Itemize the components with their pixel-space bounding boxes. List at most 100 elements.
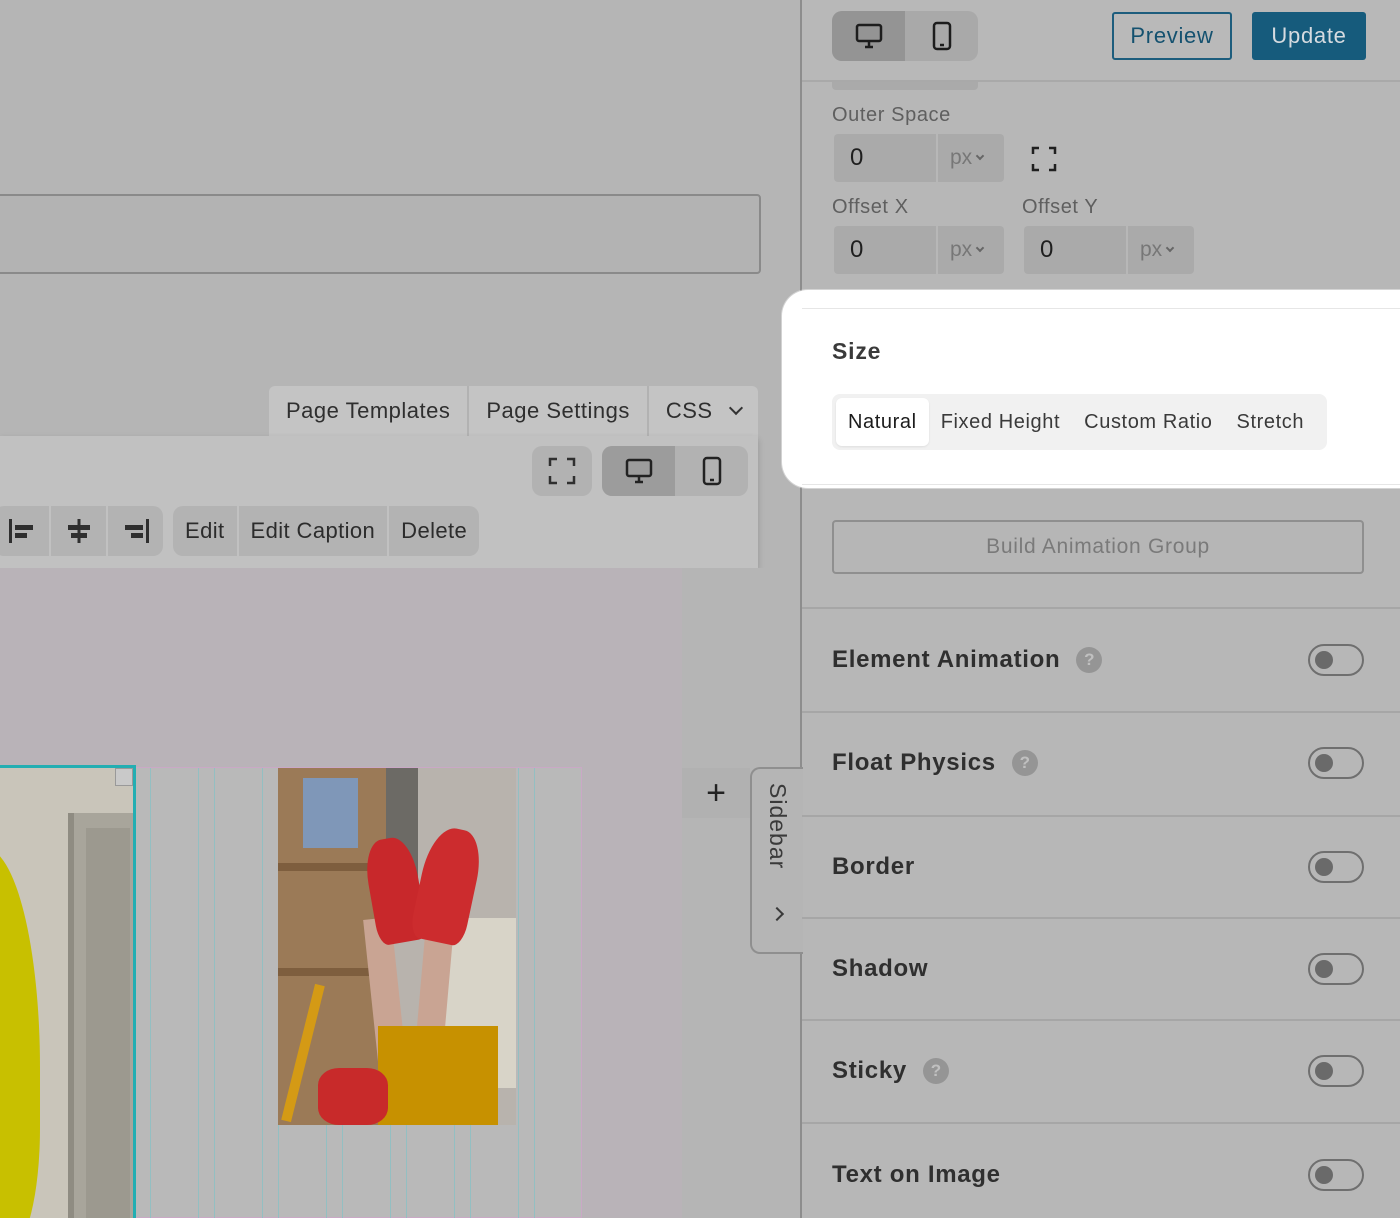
toggle-label: Float Physics: [832, 749, 996, 776]
align-center-icon: [67, 519, 90, 543]
help-icon[interactable]: ?: [922, 1058, 949, 1084]
toggle-knob: [1315, 754, 1333, 772]
offset-x-field: 0 px: [834, 226, 1004, 274]
offset-y-unit-select[interactable]: px: [1126, 226, 1194, 274]
align-left-button[interactable]: [0, 506, 51, 556]
toggle-row-element-animation: Element Animation ?: [832, 630, 1364, 690]
offset-y-field: 0 px: [1024, 226, 1194, 274]
outer-space-input[interactable]: 0: [834, 134, 936, 182]
outer-space-field: 0 px: [834, 134, 1004, 182]
offset-x-input[interactable]: 0: [834, 226, 936, 274]
toggle-knob: [1315, 651, 1333, 669]
toggle-label: Text on Image: [832, 1161, 1001, 1188]
toggle-row-shadow: Shadow: [832, 939, 1364, 999]
tab-label: Page Settings: [486, 398, 630, 423]
element-animation-toggle[interactable]: [1308, 644, 1364, 676]
desktop-view-button[interactable]: [832, 11, 905, 61]
offset-x-label: Offset X: [832, 196, 909, 218]
divider: [802, 484, 1400, 485]
tab-page-settings[interactable]: Page Settings: [469, 386, 649, 436]
edit-button[interactable]: Edit: [173, 506, 239, 556]
help-icon[interactable]: ?: [1076, 647, 1103, 673]
alignment-group: [0, 506, 163, 556]
size-option-stretch[interactable]: Stretch: [1225, 398, 1317, 446]
edit-caption-button[interactable]: Edit Caption: [239, 506, 390, 556]
divider: [802, 1019, 1400, 1021]
toggle-knob: [1315, 858, 1333, 876]
mobile-view-button[interactable]: [905, 11, 978, 61]
desktop-icon: [625, 458, 652, 484]
toggle-knob: [1315, 1166, 1333, 1184]
outer-space-label: Outer Space: [832, 104, 951, 126]
divider: [802, 917, 1400, 919]
offset-x-unit-select[interactable]: px: [936, 226, 1004, 274]
toggle-label: Element Animation: [832, 646, 1061, 673]
align-center-button[interactable]: [51, 506, 108, 556]
size-option-custom-ratio[interactable]: Custom Ratio: [1072, 398, 1224, 446]
fullscreen-button[interactable]: [532, 446, 592, 496]
offset-y-label: Offset Y: [1022, 196, 1099, 218]
title-input[interactable]: [0, 194, 761, 274]
grid-line: [214, 768, 215, 1218]
border-toggle[interactable]: [1308, 851, 1364, 883]
divider: [802, 308, 1400, 309]
float-physics-toggle[interactable]: [1308, 747, 1364, 779]
grid-line: [150, 768, 151, 1218]
shadow-toggle[interactable]: [1308, 953, 1364, 985]
delete-button[interactable]: Delete: [389, 506, 479, 556]
size-section: Size Natural Fixed Height Custom Ratio S…: [782, 290, 1400, 488]
text-on-image-toggle[interactable]: [1308, 1159, 1364, 1191]
fullscreen-icon: [548, 457, 576, 485]
chevron-down-icon: [1165, 243, 1175, 253]
toggle-row-sticky: Sticky ?: [832, 1041, 1364, 1101]
expand-corners-icon[interactable]: [1031, 146, 1057, 172]
divider: [802, 711, 1400, 713]
sticky-toggle[interactable]: [1308, 1055, 1364, 1087]
size-option-fixed-height[interactable]: Fixed Height: [929, 398, 1072, 446]
tab-label: CSS: [665, 398, 713, 423]
divider: [802, 815, 1400, 817]
toggle-label: Sticky: [832, 1057, 907, 1084]
image-detail: [86, 828, 130, 1218]
selected-image[interactable]: [0, 765, 136, 1218]
grid-line: [518, 768, 519, 1218]
unit-label: px: [950, 238, 973, 261]
settings-panel: [800, 0, 1400, 1218]
chevron-down-icon: [728, 400, 743, 416]
chevron-down-icon: [975, 243, 985, 253]
image-detail: [378, 1026, 498, 1125]
sidebar-toggle[interactable]: Sidebar: [750, 767, 803, 954]
divider: [802, 1122, 1400, 1124]
size-title: Size: [832, 338, 882, 364]
resize-handle[interactable]: [115, 768, 133, 786]
align-right-button[interactable]: [108, 506, 163, 556]
image-detail: [0, 848, 40, 1218]
tab-css[interactable]: CSS: [649, 386, 758, 436]
action-group: Edit Edit Caption Delete: [173, 506, 480, 556]
grid-line: [262, 768, 263, 1218]
toggle-row-text-on-image: Text on Image: [832, 1145, 1364, 1205]
update-button[interactable]: Update: [1252, 12, 1366, 60]
mobile-view-button[interactable]: [675, 446, 748, 496]
help-icon[interactable]: ?: [1011, 750, 1038, 776]
toggle-label: Shadow: [832, 955, 929, 982]
scrolled-field: [832, 82, 978, 90]
image-detail: [318, 1068, 388, 1125]
toggle-knob: [1315, 960, 1333, 978]
gallery-image[interactable]: [278, 768, 516, 1125]
tab-page-templates[interactable]: Page Templates: [269, 386, 470, 436]
outer-space-unit-select[interactable]: px: [936, 134, 1004, 182]
size-option-natural[interactable]: Natural: [836, 398, 929, 446]
toggle-row-border: Border: [832, 837, 1364, 897]
image-detail: [303, 778, 358, 848]
chevron-down-icon: [975, 151, 985, 161]
toggle-knob: [1315, 1062, 1333, 1080]
build-animation-group-button[interactable]: Build Animation Group: [832, 520, 1364, 574]
offset-y-input[interactable]: 0: [1024, 226, 1126, 274]
preview-button[interactable]: Preview: [1112, 12, 1232, 60]
align-left-icon: [8, 519, 33, 543]
add-block-button[interactable]: +: [682, 768, 750, 818]
align-right-icon: [124, 519, 149, 543]
desktop-view-button[interactable]: [602, 446, 675, 496]
panel-device-switch: [832, 11, 978, 61]
